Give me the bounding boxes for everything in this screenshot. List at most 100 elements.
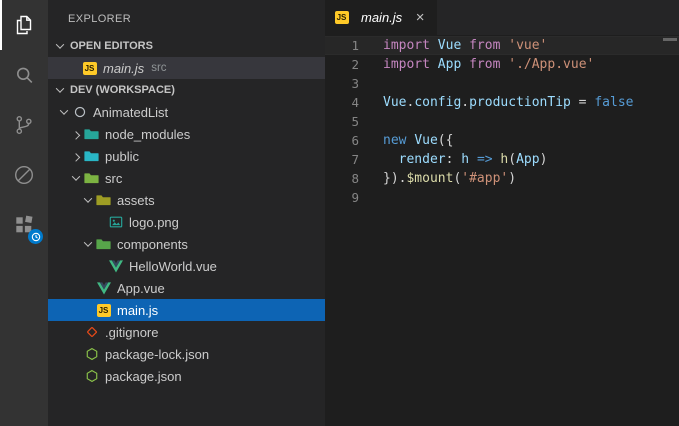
line-number: 1: [351, 38, 359, 53]
line-number: 2: [351, 57, 359, 72]
tree-item-label: public: [105, 148, 139, 164]
line-number: 8: [351, 171, 359, 186]
close-icon[interactable]: ×: [412, 9, 428, 26]
vue-file-icon: [108, 259, 123, 273]
code-text: import App from './App.vue': [383, 57, 595, 72]
open-editors-label: OPEN EDITORS: [70, 40, 153, 52]
files-icon: [16, 15, 32, 35]
tree-item-components[interactable]: components: [48, 233, 325, 255]
line-number: 4: [351, 95, 359, 110]
tree-item-icon: [96, 237, 111, 252]
arrow-spacer: [68, 346, 84, 362]
code-line-6[interactable]: 6 new Vue({: [325, 131, 679, 150]
code-line-2[interactable]: 2 import App from './App.vue': [325, 55, 679, 74]
editor-group: JS main.js × 1 import Vue from 'vue' 2 impo…: [325, 0, 679, 426]
code-line-9[interactable]: 9: [325, 188, 679, 207]
editor-code[interactable]: 1 import Vue from 'vue' 2 import App from '…: [325, 35, 679, 426]
tree-item-icon: [84, 325, 99, 340]
line-number: 5: [351, 114, 359, 129]
open-editor-file-icon: JS: [82, 61, 97, 76]
tree-item-package-lock-json[interactable]: package-lock.json: [48, 343, 325, 365]
chevron-down-icon[interactable]: [80, 236, 96, 252]
tab-file-icon: JS: [334, 10, 349, 25]
overview-ruler-cursor-marker: [663, 38, 677, 41]
workspace-label: DEV (WORKSPACE): [70, 84, 175, 96]
tree-item-public[interactable]: public: [48, 145, 325, 167]
tree-item-animatedlist[interactable]: AnimatedList: [48, 101, 325, 123]
activity-bar-debug[interactable]: [0, 150, 48, 200]
folder-icon: [96, 195, 111, 206]
explorer-sidebar: EXPLORER OPEN EDITORS JS main.js src DEV (…: [48, 0, 325, 426]
line-number: 7: [351, 152, 359, 167]
code-line-1[interactable]: 1 import Vue from 'vue': [325, 36, 679, 55]
tree-item-label: assets: [117, 192, 155, 208]
tree-item-label: package-lock.json: [105, 346, 210, 362]
workspace-header[interactable]: DEV (WORKSPACE): [48, 79, 325, 101]
activity-bar-search[interactable]: [0, 50, 48, 100]
activity-bar-source-control[interactable]: [0, 100, 48, 150]
folder-icon: [96, 239, 111, 250]
sidebar-title: EXPLORER: [68, 13, 132, 25]
code-line-8[interactable]: 8 }).$mount('#app'): [325, 169, 679, 188]
tree-item-label: components: [117, 236, 188, 252]
tree-item-icon: [108, 259, 123, 274]
line-number: 3: [351, 76, 359, 91]
chevron-down-icon[interactable]: [68, 170, 84, 186]
tree-item-label: node_modules: [105, 126, 191, 142]
chevron-right-icon[interactable]: [68, 126, 84, 142]
arrow-spacer: [80, 302, 96, 318]
open-editor-item-main-js[interactable]: JS main.js src: [48, 57, 325, 79]
open-editor-label: main.js: [103, 60, 145, 76]
activity-bar-extensions[interactable]: [0, 200, 48, 250]
tree-item-label: HelloWorld.vue: [129, 258, 217, 274]
line-number: 9: [351, 190, 359, 205]
tree-item-label: main.js: [117, 302, 159, 318]
tree-item-logo-png[interactable]: logo.png: [48, 211, 325, 233]
open-editor-detail: src: [151, 62, 167, 74]
code-line-7[interactable]: 7 render: h => h(App): [325, 150, 679, 169]
debug-icon: [14, 165, 34, 185]
code-line-3[interactable]: 3: [325, 74, 679, 93]
git-file-icon: [86, 327, 97, 337]
chevron-down-icon[interactable]: [56, 104, 72, 120]
code-text: new Vue({: [383, 133, 454, 148]
tree-item-assets[interactable]: assets: [48, 189, 325, 211]
tree-item-src[interactable]: src: [48, 167, 325, 189]
tree-item-label: App.vue: [117, 280, 165, 296]
tab-label: main.js: [361, 10, 403, 25]
package-json-icon: [86, 369, 97, 383]
git-branch-icon: [16, 116, 32, 135]
image-file-icon: [109, 216, 122, 228]
tree-item-helloworld-vue[interactable]: HelloWorld.vue: [48, 255, 325, 277]
tree-item-icon: JS: [96, 303, 111, 318]
vscode-window: EXPLORER OPEN EDITORS JS main.js src DEV (…: [0, 0, 679, 426]
code-line-5[interactable]: 5: [325, 112, 679, 131]
tree-item-gitignore[interactable]: .gitignore: [48, 321, 325, 343]
arrow-spacer: [68, 324, 84, 340]
activity-bar-explorer[interactable]: [0, 0, 48, 50]
tree-item-main-js[interactable]: JS main.js: [48, 299, 325, 321]
tree-item-label: .gitignore: [105, 324, 159, 340]
open-editors-header[interactable]: OPEN EDITORS: [48, 35, 325, 57]
tree-item-node-modules[interactable]: node_modules: [48, 123, 325, 145]
project-root-icon: [74, 106, 85, 118]
file-tree: AnimatedList node_modulespublic src assets l…: [48, 101, 325, 387]
code-text: render: h => h(App): [383, 152, 548, 167]
code-line-4[interactable]: 4 Vue.config.productionTip = false: [325, 93, 679, 112]
chevron-right-icon[interactable]: [68, 148, 84, 164]
search-icon: [16, 67, 33, 83]
folder-icon: [84, 173, 99, 184]
js-file-icon: JS: [82, 61, 97, 75]
tab-main-js[interactable]: JS main.js ×: [325, 0, 438, 35]
tree-item-icon: [108, 215, 123, 230]
tree-item-icon: [84, 149, 99, 164]
arrow-spacer: [92, 214, 108, 230]
tree-item-icon: [96, 193, 111, 208]
chevron-down-icon[interactable]: [80, 192, 96, 208]
tree-item-package-json[interactable]: package.json: [48, 365, 325, 387]
tree-item-app-vue[interactable]: App.vue: [48, 277, 325, 299]
code-text: }).$mount('#app'): [383, 171, 517, 186]
activity-bar: [0, 0, 48, 426]
arrow-spacer: [68, 368, 84, 384]
